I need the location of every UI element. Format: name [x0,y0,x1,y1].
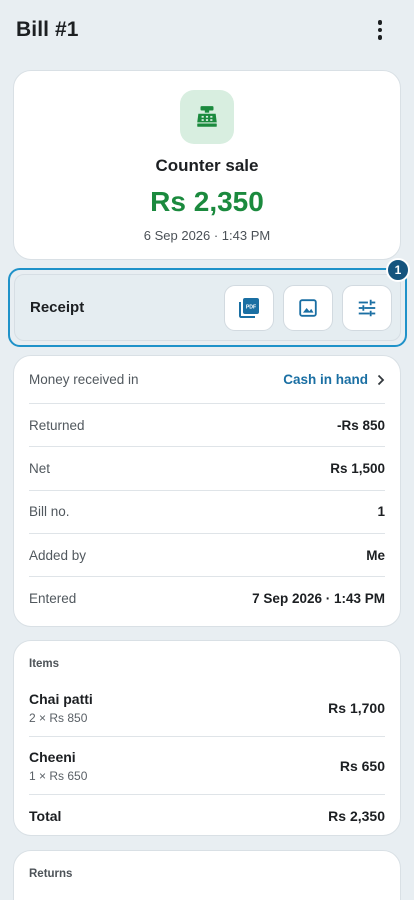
bill-details-card: Money received in Cash in hand Returned … [13,355,401,627]
detail-label: Net [29,460,51,476]
returns-card: Returns [13,850,401,900]
list-item[interactable]: Cheeni 1 × Rs 650 Rs 650 [29,737,385,795]
detail-label: Bill no. [29,504,70,520]
settings-sliders-icon [358,299,376,316]
returned-row: Returned -Rs 850 [29,404,385,448]
chevron-right-icon [377,374,385,385]
sale-datetime: 6 Sep 2026 · 1:43 PM [143,228,271,243]
added-by-row: Added by Me [29,534,385,578]
detail-value: 7 Sep 2026 · 1:43 PM [252,591,385,607]
bill-no-row: Bill no. 1 [29,491,385,534]
list-item[interactable]: Chai patti 2 × Rs 850 Rs 1,700 [29,679,385,737]
detail-value: Rs 1,500 [330,460,385,476]
entered-row: Entered 7 Sep 2026 · 1:43 PM [29,577,385,620]
detail-value: Me [366,547,385,563]
pdf-icon: PDF [239,297,259,318]
step-badge: 1 [386,258,410,282]
item-name: Cheeni [29,748,76,765]
items-total-row: Total Rs 2,350 [29,795,385,837]
receipt-label: Receipt [30,299,85,316]
page-title: Bill #1 [16,18,79,41]
items-header: Items [29,658,60,670]
detail-label: Entered [29,591,77,607]
item-amount: Rs 1,700 [328,699,385,716]
image-icon [299,298,317,317]
money-received-label: Money received in [29,372,139,387]
items-card: Items Chai patti 2 × Rs 850 Rs 1,700 Che… [13,640,401,836]
detail-label: Returned [29,417,85,433]
share-image-button[interactable] [283,284,333,331]
share-pdf-button[interactable]: PDF [224,284,274,331]
cash-register-icon [180,90,234,144]
receipt-actions: PDF [224,284,392,331]
detail-value: -Rs 850 [336,417,385,433]
money-received-row[interactable]: Money received in Cash in hand [29,356,385,404]
receipt-section: Receipt PDF [14,274,401,341]
top-app-bar: Bill #1 [0,0,414,60]
detail-label: Added by [29,547,87,563]
returns-header: Returns [29,868,73,880]
item-quantity: 2 × Rs 850 [29,710,88,725]
total-label: Total [29,808,62,824]
receipt-highlight: Receipt PDF [8,268,407,347]
net-row: Net Rs 1,500 [29,447,385,491]
item-amount: Rs 650 [339,757,385,774]
money-received-account: Cash in hand [283,372,368,387]
sale-type: Counter sale [155,156,259,175]
sale-amount: Rs 2,350 [150,186,264,217]
detail-value: 1 [377,504,385,520]
money-received-value[interactable]: Cash in hand [283,372,385,387]
total-value: Rs 2,350 [328,808,385,824]
receipt-settings-button[interactable] [342,284,392,331]
sale-summary-card: Counter sale Rs 2,350 6 Sep 2026 · 1:43 … [13,70,401,260]
more-vertical-icon[interactable] [368,18,392,42]
svg-text:PDF: PDF [246,304,256,310]
item-name: Chai patti [29,690,93,707]
item-quantity: 1 × Rs 650 [29,768,88,783]
